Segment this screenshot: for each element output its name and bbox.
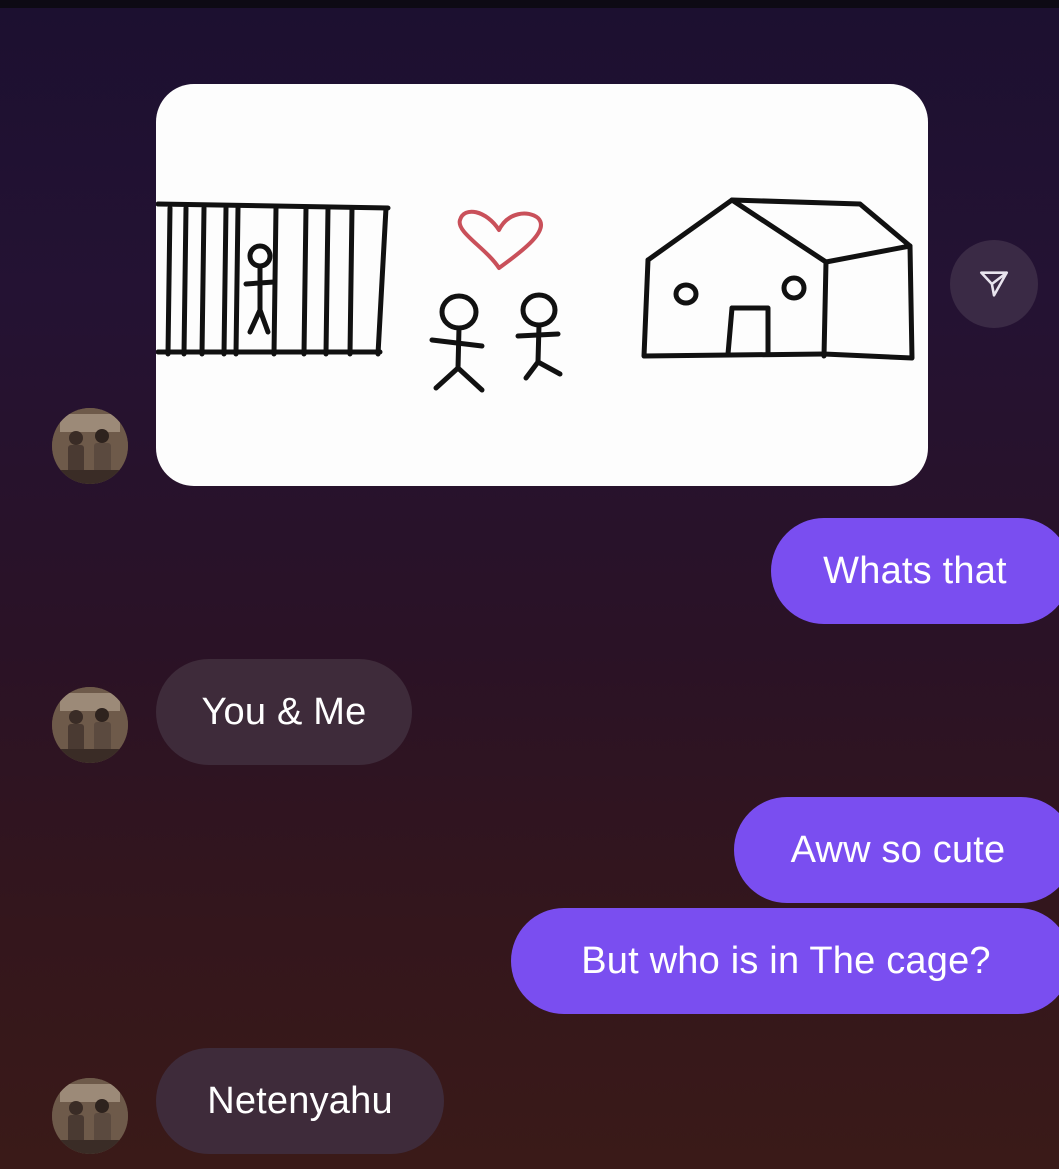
received-message-bubble[interactable]: You & Me (156, 659, 412, 765)
cage-drawing (156, 201, 391, 357)
received-message-bubble[interactable]: Netenyahu (156, 1048, 444, 1154)
sent-message-bubble[interactable]: Whats that (771, 518, 1059, 624)
stick-figure-left (429, 293, 485, 393)
contact-avatar[interactable] (52, 408, 128, 484)
message-text: But who is in The cage? (581, 939, 991, 982)
message-text: Netenyahu (207, 1079, 393, 1122)
heart-drawing (457, 209, 543, 270)
contact-avatar[interactable] (52, 1078, 128, 1154)
message-text: Aww so cute (790, 828, 1006, 871)
stick-figure-right (515, 292, 563, 381)
drawing (156, 197, 915, 393)
message-text: Whats that (823, 549, 1007, 592)
sent-message-bubble[interactable]: Aww so cute (734, 797, 1059, 903)
contact-avatar[interactable] (52, 687, 128, 763)
message-text: You & Me (201, 690, 367, 733)
status-strip (0, 0, 1059, 8)
share-button[interactable] (950, 240, 1038, 328)
house-drawing (641, 197, 915, 361)
paper-plane-icon (979, 271, 1009, 297)
sent-message-bubble[interactable]: But who is in The cage? (511, 908, 1059, 1014)
image-message[interactable] (156, 84, 928, 486)
